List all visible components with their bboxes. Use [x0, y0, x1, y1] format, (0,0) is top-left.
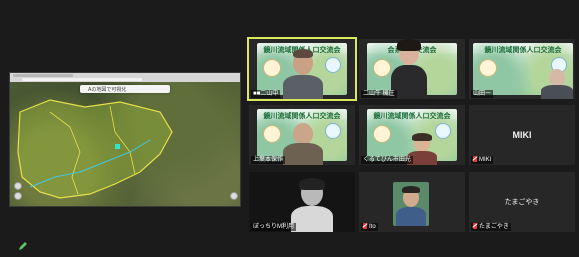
- participant-video: [283, 47, 323, 99]
- poster-illustration: [435, 123, 451, 139]
- participant-name: 上葉本保作: [251, 156, 286, 164]
- browser-chrome: [10, 73, 240, 82]
- participant-video: [283, 123, 323, 165]
- participant-name: ■■二山中: [251, 90, 281, 98]
- video-tile-2[interactable]: 会系人口交流会 二山牛 機圧: [359, 39, 465, 99]
- participant-name: たまごやき: [471, 223, 511, 231]
- video-tile-6[interactable]: MIKI MIKI: [469, 105, 575, 165]
- shared-screen[interactable]: Aの地図で可視化: [9, 72, 241, 207]
- browser-tab[interactable]: [13, 74, 73, 77]
- poster-illustration: [325, 123, 341, 139]
- poster-title: 鏡川流域関係人口交流会: [263, 113, 341, 120]
- participant-name: くるてびん市田光: [361, 156, 413, 164]
- poster-title: 鏡川流域関係人口交流会: [373, 113, 451, 120]
- participant-video: [541, 67, 573, 99]
- mic-muted-icon: [473, 156, 477, 162]
- map-toolbar[interactable]: Aの地図で可視化: [80, 85, 170, 93]
- video-tile-3[interactable]: 鏡川流域関係人口交流会 山田ー: [469, 39, 575, 99]
- participant-name: Ito: [361, 223, 378, 231]
- video-tile-8[interactable]: Ito: [359, 172, 465, 232]
- video-tile-7[interactable]: ぼっちりM利用: [249, 172, 355, 232]
- participant-video: [393, 182, 429, 226]
- zoom-control-icon[interactable]: [14, 182, 22, 190]
- poster-title: 鏡川流域関係人口交流会: [484, 47, 562, 54]
- poster-illustration: [263, 125, 281, 143]
- poster-illustration: [373, 125, 391, 143]
- mic-muted-icon: [473, 223, 477, 229]
- satellite-map[interactable]: Aの地図で可視化: [10, 82, 240, 206]
- map-marker: [115, 144, 120, 149]
- poster-illustration: [325, 57, 341, 73]
- video-tile-9[interactable]: たまごやき たまごやき: [469, 172, 575, 232]
- address-bar[interactable]: [22, 78, 142, 81]
- pencil-icon[interactable]: [18, 241, 28, 251]
- river-basin-boundary: [17, 99, 173, 199]
- participant-name: MIKI: [471, 156, 494, 164]
- participant-name: 山田ー: [471, 90, 494, 98]
- video-tile-5[interactable]: 鏡川流域関係人口交流会 くるてびん市田光: [359, 105, 465, 165]
- poster-illustration: [479, 59, 497, 77]
- video-tile-1[interactable]: 鏡川流域関係人口交流会 ■■二山中: [247, 37, 357, 101]
- video-tile-4[interactable]: 鏡川流域関係人口交流会 上葉本保作: [249, 105, 355, 165]
- mic-muted-icon: [363, 223, 367, 229]
- map-title: Aの地図で可視化: [88, 87, 127, 93]
- participant-name: ぼっちりM利用: [251, 223, 296, 231]
- compass-icon[interactable]: [230, 192, 238, 200]
- poster-illustration: [263, 59, 281, 77]
- map-overlay: [17, 99, 173, 199]
- participant-name: 二山牛 機圧: [361, 90, 397, 98]
- layers-control-icon[interactable]: [14, 192, 22, 200]
- top-bar: [0, 0, 579, 34]
